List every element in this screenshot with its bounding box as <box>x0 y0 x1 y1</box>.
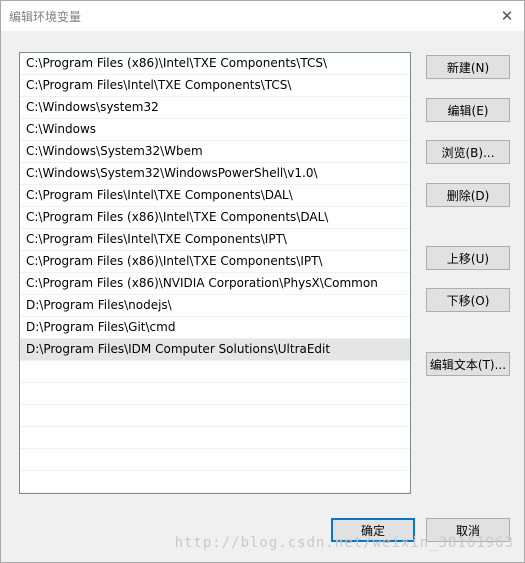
path-list-item[interactable]: C:\Program Files (x86)\NVIDIA Corporatio… <box>20 273 410 295</box>
watermark-text: http://blog.csdn.net/weixin_38161963 <box>174 535 514 551</box>
path-list-item[interactable]: D:\Program Files\nodejs\ <box>20 295 410 317</box>
move-down-button[interactable]: 下移(O) <box>426 288 510 312</box>
empty-list-row <box>20 427 410 449</box>
path-list-item[interactable]: D:\Program Files\Git\cmd <box>20 317 410 339</box>
path-list-item[interactable]: C:\Windows\system32 <box>20 97 410 119</box>
path-list-item[interactable]: C:\Program Files\Intel\TXE Components\IP… <box>20 229 410 251</box>
path-list-item[interactable]: C:\Program Files\Intel\TXE Components\DA… <box>20 185 410 207</box>
move-up-button[interactable]: 上移(U) <box>426 246 510 270</box>
title-bar: 编辑环境变量 ✕ <box>1 1 524 31</box>
path-list-item[interactable]: C:\Windows <box>20 119 410 141</box>
browse-button[interactable]: 浏览(B)... <box>426 140 510 164</box>
path-list-item[interactable]: C:\Windows\System32\Wbem <box>20 141 410 163</box>
empty-list-row <box>20 383 410 405</box>
close-icon[interactable]: ✕ <box>490 1 524 31</box>
path-list-item[interactable]: C:\Windows\System32\WindowsPowerShell\v1… <box>20 163 410 185</box>
empty-list-row <box>20 493 410 494</box>
delete-button[interactable]: 删除(D) <box>426 183 510 207</box>
empty-list-row <box>20 361 410 383</box>
edit-button[interactable]: 编辑(E) <box>426 98 510 122</box>
edit-text-button[interactable]: 编辑文本(T)... <box>426 352 510 376</box>
edit-env-variable-dialog: 编辑环境变量 ✕ C:\Program Files (x86)\Intel\TX… <box>0 0 525 563</box>
dialog-title: 编辑环境变量 <box>9 10 82 24</box>
empty-list-row <box>20 471 410 493</box>
path-list[interactable]: C:\Program Files (x86)\Intel\TXE Compone… <box>19 52 411 494</box>
new-button[interactable]: 新建(N) <box>426 55 510 79</box>
path-list-item[interactable]: D:\Program Files\IDM Computer Solutions\… <box>20 339 410 361</box>
empty-list-row <box>20 449 410 471</box>
path-list-item[interactable]: C:\Program Files (x86)\Intel\TXE Compone… <box>20 53 410 75</box>
path-list-item[interactable]: C:\Program Files (x86)\Intel\TXE Compone… <box>20 251 410 273</box>
empty-list-row <box>20 405 410 427</box>
path-list-item[interactable]: C:\Program Files (x86)\Intel\TXE Compone… <box>20 207 410 229</box>
path-list-item[interactable]: C:\Program Files\Intel\TXE Components\TC… <box>20 75 410 97</box>
